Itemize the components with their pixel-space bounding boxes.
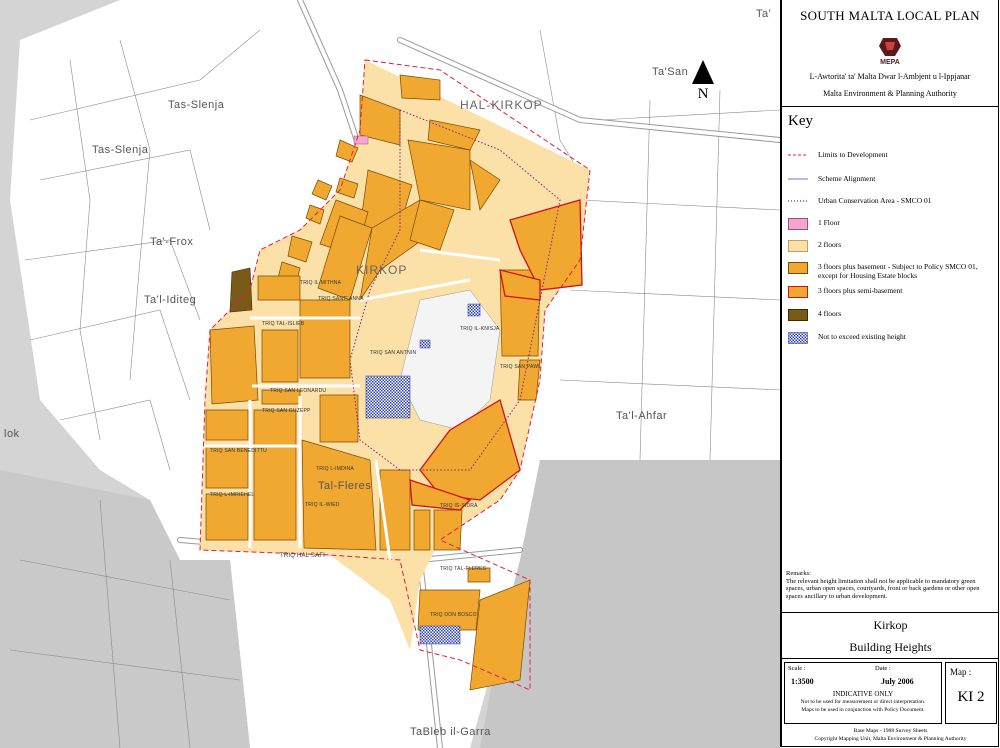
street-label: TRIQ SAN LEONARDU — [270, 388, 327, 394]
key-label: Scheme Alignment — [818, 174, 876, 183]
street-label: TRIQ SAN BENEDITTU — [210, 448, 267, 454]
key-label: 3 floors plus basement - Subject to Poli… — [818, 262, 978, 280]
label-ta-bleb: TaBleb il-Garra — [410, 726, 491, 738]
map-number-box: Map : KI 2 — [945, 662, 997, 724]
key-item-conservation: Urban Conservation Area - SMCO 01 — [788, 196, 996, 208]
map-number: KI 2 — [957, 689, 985, 705]
key-item-limits: Limits to Development — [788, 150, 996, 162]
key-item-not-exceed: Not to exceed existing height — [788, 332, 996, 344]
label-ta-l-iditeg: Ta'l-Iditeg — [144, 294, 197, 306]
blue-line-icon — [788, 174, 808, 186]
orange-red-swatch-icon — [788, 286, 808, 298]
remarks: Remarks: The relevant height limitation … — [786, 570, 994, 600]
street-label: TRIQ DON BOSCO — [430, 612, 477, 618]
blue-hatch-swatch-icon — [788, 332, 808, 344]
key-label: 4 floors — [818, 309, 842, 318]
key-item-3-floors-basement: 3 floors plus basement - Subject to Poli… — [788, 262, 996, 280]
place-name: Kirkop — [873, 618, 908, 632]
orange-swatch-icon — [788, 262, 808, 274]
map-drawing — [0, 0, 780, 748]
svg-text:MEPA: MEPA — [880, 59, 900, 66]
label-ta-corner: Ta' — [756, 8, 772, 20]
north-label: N — [697, 86, 709, 102]
note-policy: Maps to be used in conjunction with Poli… — [801, 707, 925, 713]
key-title: Key — [788, 113, 813, 129]
brown-swatch-icon — [788, 309, 808, 321]
footer-base-maps: Base Maps - 1988 Survey Sheets — [853, 728, 928, 734]
label-ta-san: Ta'San — [652, 66, 689, 78]
label-tal-fleres: Tal-Fleres — [318, 480, 372, 492]
street-label: TRIQ SAN GUZEPP — [262, 408, 311, 414]
dotted-purple-line-icon — [788, 196, 808, 208]
key-label: Limits to Development — [818, 150, 888, 159]
map-canvas[interactable]: HAL-KIRKOP KIRKOP Tas-Slenja Tas-Slenja … — [0, 0, 780, 748]
remarks-title: Remarks: — [786, 570, 811, 577]
mepa-logo: MEPA — [871, 36, 909, 66]
zone-4-floors — [229, 267, 253, 313]
key-item-2-floors: 2 floors — [788, 240, 996, 252]
date-value: July 2006 — [881, 677, 914, 686]
key-label: 2 floors — [818, 240, 842, 249]
key-item-4-floors: 4 floors — [788, 309, 996, 321]
map-sheet: HAL-KIRKOP KIRKOP Tas-Slenja Tas-Slenja … — [0, 0, 1000, 748]
scale-block: Scale : Date : 1:3500 July 2006 INDICATI… — [782, 658, 999, 746]
street-label: TRIQ L-IMDINA — [316, 466, 354, 472]
remarks-text: The relevant height limitation shall not… — [786, 577, 980, 600]
key-item-scheme-alignment: Scheme Alignment — [788, 174, 996, 186]
authority-maltese: L-Awtorita' ta' Malta Dwar l-Ambjent u l… — [809, 72, 971, 81]
street-label: TRIQ IL-MITHNA — [300, 280, 342, 286]
indicative-only: INDICATIVE ONLY — [832, 690, 894, 698]
beige-swatch-icon — [788, 240, 808, 252]
north-arrow: N — [692, 60, 714, 103]
header-separator — [782, 106, 998, 107]
street-label: TRIQ L-IMRIEHEL — [210, 492, 255, 498]
legend-panel: SOUTH MALTA LOCAL PLAN MEPA L-Awtorita' … — [780, 0, 999, 747]
key-label: 1 Floor — [818, 218, 840, 227]
mepa-logo-icon: MEPA — [879, 38, 901, 66]
date-label: Date : — [875, 665, 891, 672]
label-tas-slenja-2: Tas-Slenja — [92, 144, 149, 156]
street-label: TRIQ IL-KNISJA — [460, 326, 500, 332]
zone-1-floor — [353, 135, 369, 145]
map-title: Building Heights — [849, 640, 932, 654]
key-label: 3 floors plus semi-basement — [818, 286, 903, 295]
label-lok: lok — [4, 428, 20, 440]
note-measurement: Not to be used for measurement or direct… — [800, 699, 926, 705]
label-ta-frox: Ta'-Frox — [150, 236, 194, 248]
label-kirkop: KIRKOP — [356, 263, 408, 277]
label-hal-kirkop: HAL-KIRKOP — [460, 98, 543, 112]
key-label: Urban Conservation Area - SMCO 01 — [818, 196, 932, 205]
pink-swatch-icon — [788, 218, 808, 230]
street-label: TRIQ TAL-ISLIEB — [262, 321, 305, 327]
scale-box: Scale : Date : 1:3500 July 2006 INDICATI… — [784, 662, 942, 724]
street-label: TRIQ IS-SIDRA — [440, 503, 478, 509]
street-label: TRIQ SANT' ANNA — [318, 296, 364, 302]
north-arrow-icon — [692, 60, 714, 84]
dashed-red-line-icon — [788, 150, 808, 162]
label-tas-slenja-1: Tas-Slenja — [168, 99, 225, 111]
map-label: Map : — [950, 667, 972, 677]
key-label: Not to exceed existing height — [818, 332, 906, 341]
scale-label: Scale : — [788, 665, 806, 672]
footer-copyright: Copyright Mapping Unit, Malta Environmen… — [814, 736, 967, 742]
plan-title: SOUTH MALTA LOCAL PLAN — [800, 8, 980, 23]
street-label: TRIQ SAN ANTNIN — [370, 350, 417, 356]
street-label: TRIQ SAN PAWL — [500, 364, 542, 370]
remarks-separator — [782, 612, 999, 613]
key-item-3-floors-semi-basement: 3 floors plus semi-basement — [788, 286, 996, 298]
authority-english: Malta Environment & Planning Authority — [823, 89, 957, 98]
key-item-1-floor: 1 Floor — [788, 218, 996, 230]
street-label: TRIQ IL-WIED — [305, 502, 340, 508]
label-ta-l-ahfar: Ta'l-Ahfar — [616, 410, 668, 422]
street-label: TRIQ TAL-FLERES — [440, 566, 487, 572]
label-triq-hal-safi: TRIQ HAL SAFI — [280, 553, 326, 559]
scale-value: 1:3500 — [791, 677, 814, 686]
